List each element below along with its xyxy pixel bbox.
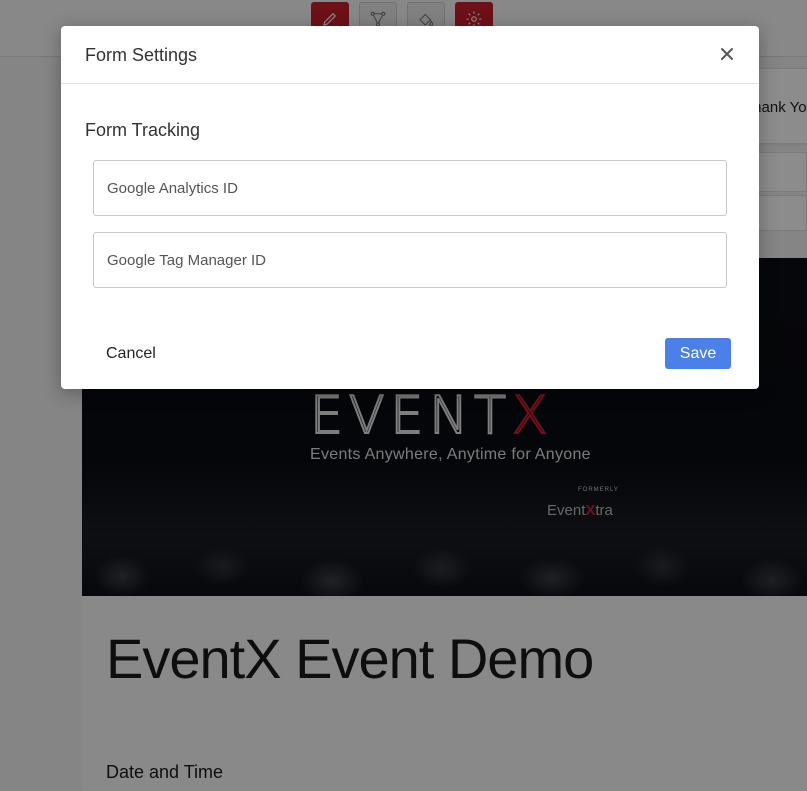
save-button[interactable]: Save: [665, 338, 731, 369]
dialog-header: Form Settings: [61, 26, 759, 84]
cancel-button[interactable]: Cancel: [106, 345, 156, 363]
dialog-title: Form Settings: [85, 45, 198, 65]
google-analytics-id-input[interactable]: [93, 160, 727, 216]
google-tag-manager-id-input[interactable]: [93, 232, 727, 288]
form-tracking-heading: Form Tracking: [85, 120, 201, 140]
form-settings-dialog: Form Settings Form Tracking Cancel Save: [61, 26, 759, 389]
close-icon[interactable]: [717, 44, 737, 64]
